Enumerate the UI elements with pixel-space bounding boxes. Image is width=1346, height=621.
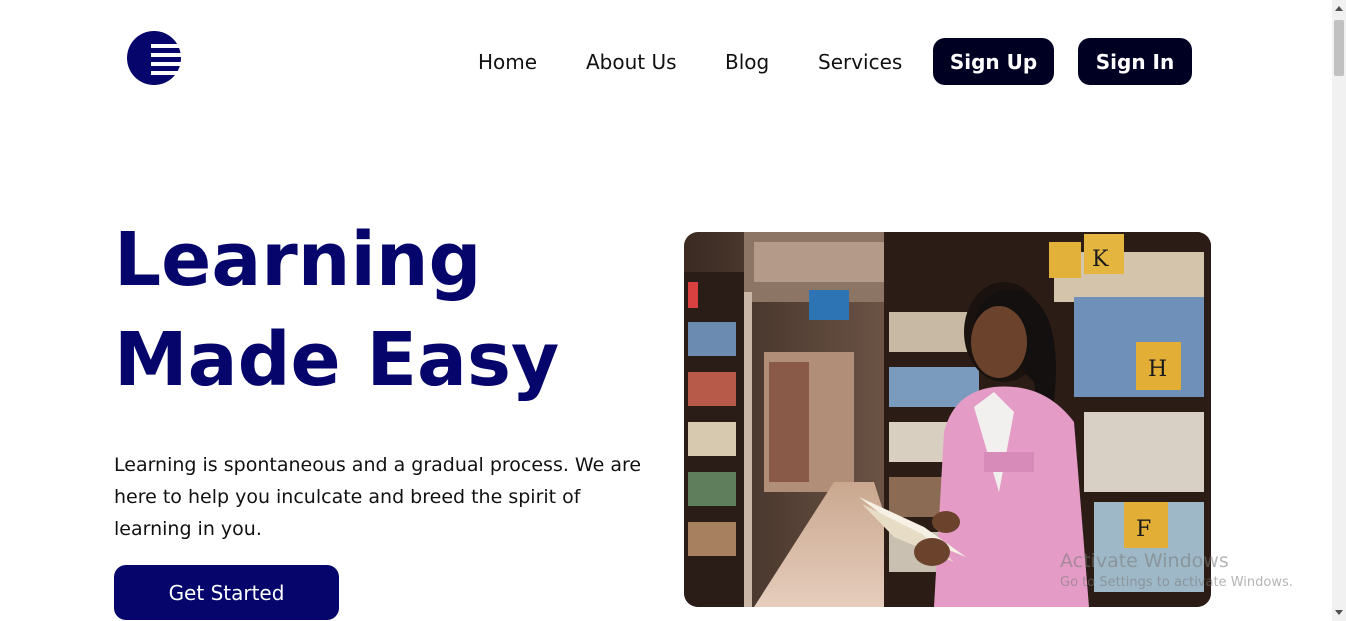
activate-windows-watermark: Activate Windows: [1060, 550, 1229, 572]
get-started-button[interactable]: Get Started: [114, 565, 339, 620]
hero-title-line-2: Made Easy: [114, 317, 560, 403]
svg-text:K: K: [1092, 247, 1109, 272]
nav-about-us-link[interactable]: About Us: [586, 49, 677, 75]
hero-description: Learning is spontaneous and a gradual pr…: [114, 454, 642, 540]
hero-title-line-1: Learning: [114, 217, 482, 303]
sign-in-button[interactable]: Sign In: [1078, 38, 1192, 85]
scroll-down-arrow-icon[interactable]: [1335, 610, 1343, 615]
nav-home-link[interactable]: Home: [478, 49, 537, 75]
hero-title: Learning Made Easy: [114, 210, 559, 410]
nav-blog-link[interactable]: Blog: [725, 49, 769, 75]
nav-services-link[interactable]: Services: [818, 49, 902, 75]
scroll-up-arrow-icon[interactable]: [1335, 6, 1343, 11]
activate-windows-subtitle: Go to Settings to activate Windows.: [1060, 575, 1293, 590]
svg-text:H: H: [1148, 357, 1167, 382]
sign-up-button[interactable]: Sign Up: [933, 38, 1054, 85]
brand-logo-icon[interactable]: [127, 30, 183, 86]
svg-text:F: F: [1136, 517, 1151, 542]
scroll-thumb[interactable]: [1334, 20, 1344, 76]
page-scrollbar[interactable]: [1332, 0, 1346, 621]
